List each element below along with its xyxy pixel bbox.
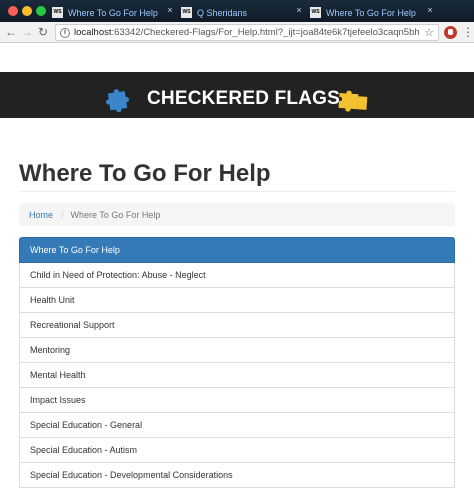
reload-icon[interactable]: ↻ bbox=[36, 25, 50, 39]
extension-icon[interactable] bbox=[444, 26, 457, 39]
minimize-window-button[interactable] bbox=[22, 6, 32, 16]
help-list-item[interactable]: Child in Need of Protection: Abuse - Neg… bbox=[19, 263, 455, 288]
browser-toolbar: ← → ↻ i localhost:63342/Checkered-Flags/… bbox=[0, 22, 474, 43]
help-list-item[interactable]: Mentoring bbox=[19, 338, 455, 363]
help-list-item[interactable]: Special Education - General bbox=[19, 413, 455, 438]
back-arrow-icon[interactable]: ← bbox=[4, 25, 18, 39]
webstorm-icon: WS bbox=[181, 7, 192, 18]
breadcrumb-separator: / bbox=[61, 209, 64, 220]
breadcrumb-home-link[interactable]: Home bbox=[29, 210, 53, 220]
browser-tab-3[interactable]: WS Where To Go For Help bbox=[310, 3, 420, 22]
bookmark-star-icon[interactable]: ☆ bbox=[423, 26, 435, 39]
tab-title: Where To Go For Help bbox=[68, 7, 158, 18]
help-list-item[interactable]: Mental Health bbox=[19, 363, 455, 388]
help-panel: Where To Go For Help Child in Need of Pr… bbox=[19, 237, 455, 488]
close-tab-icon[interactable]: × bbox=[295, 6, 303, 15]
maximize-window-button[interactable] bbox=[36, 6, 46, 16]
help-list-item[interactable]: Special Education - Developmental Consid… bbox=[19, 463, 455, 488]
breadcrumb-current: Where To Go For Help bbox=[70, 209, 161, 220]
blue-puzzle-piece-icon bbox=[106, 89, 129, 113]
info-icon[interactable]: i bbox=[60, 27, 70, 38]
close-tab-icon[interactable]: × bbox=[166, 6, 174, 15]
panel-heading: Where To Go For Help bbox=[19, 237, 455, 263]
yellow-puzzle-piece-icon bbox=[338, 90, 368, 112]
url-path: :63342/Checkered-Flags/For_Help.html?_ij… bbox=[111, 27, 420, 38]
help-list-item[interactable]: Recreational Support bbox=[19, 313, 455, 338]
breadcrumb: Home / Where To Go For Help bbox=[19, 203, 455, 226]
close-tab-icon[interactable]: × bbox=[426, 6, 434, 15]
site-brand[interactable]: CHECKERED FLAGS bbox=[147, 88, 340, 110]
webstorm-icon: WS bbox=[52, 7, 63, 18]
browser-tab-1[interactable]: WS Where To Go For Help bbox=[52, 3, 162, 22]
url-host: localhost bbox=[74, 27, 112, 38]
address-bar[interactable]: i localhost:63342/Checkered-Flags/For_He… bbox=[55, 24, 439, 41]
browser-menu-icon[interactable]: ⋮ bbox=[462, 25, 474, 39]
browser-tab-bar: WS Where To Go For Help × WS Q Sheridans… bbox=[0, 0, 474, 22]
title-divider bbox=[19, 191, 455, 192]
close-window-button[interactable] bbox=[8, 6, 18, 16]
webstorm-icon: WS bbox=[310, 7, 321, 18]
tab-title: Q Sheridans bbox=[197, 7, 248, 18]
forward-arrow-icon[interactable]: → bbox=[20, 25, 34, 39]
url-text[interactable]: localhost:63342/Checkered-Flags/For_Help… bbox=[74, 27, 423, 38]
help-list-item[interactable]: Impact Issues bbox=[19, 388, 455, 413]
page-title: Where To Go For Help bbox=[19, 160, 271, 187]
browser-tab-2[interactable]: WS Q Sheridans bbox=[181, 3, 291, 22]
tab-title: Where To Go For Help bbox=[326, 7, 416, 18]
help-list-item[interactable]: Special Education - Autism bbox=[19, 438, 455, 463]
help-list-item[interactable]: Health Unit bbox=[19, 288, 455, 313]
